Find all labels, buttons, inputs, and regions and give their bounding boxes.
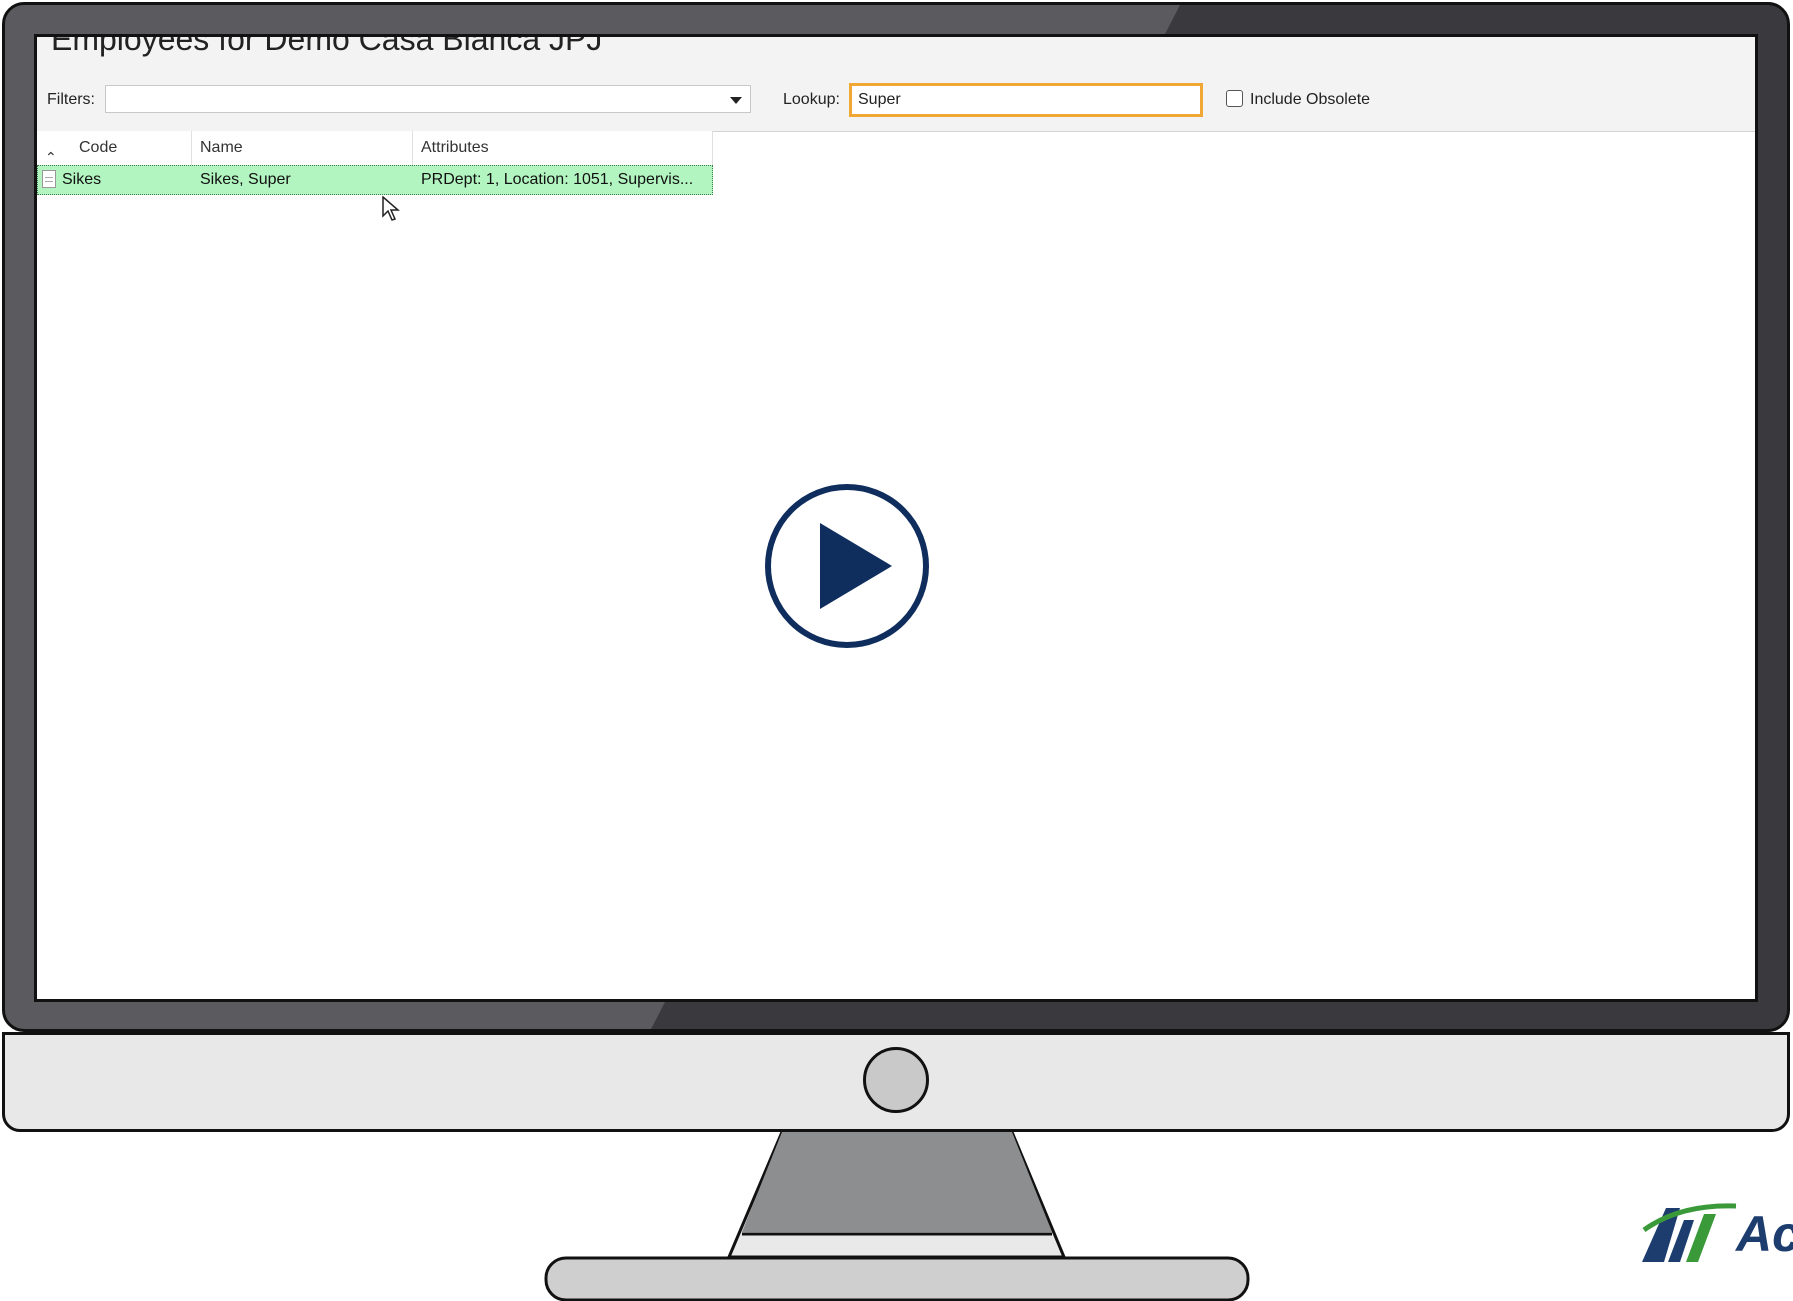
lookup-label: Lookup: bbox=[783, 91, 840, 108]
table-row[interactable]: Sikes Sikes, Super PRDept: 1, Location: … bbox=[37, 165, 713, 195]
window-title: Employees for Demo Casa Blanca JPJ bbox=[51, 34, 603, 57]
document-icon bbox=[42, 170, 56, 188]
toolbar: Employees for Demo Casa Blanca JPJ Filte… bbox=[37, 37, 1755, 132]
mouse-cursor-icon bbox=[382, 196, 400, 221]
brand-logo-text: Ac bbox=[1736, 1206, 1793, 1262]
column-header-name[interactable]: Name bbox=[192, 131, 413, 165]
cell-code: Sikes bbox=[62, 171, 102, 188]
column-header-label: Name bbox=[200, 139, 243, 156]
grid-header: ⌃ Code Name Attributes bbox=[37, 131, 713, 166]
include-obsolete-checkbox[interactable] bbox=[1226, 90, 1243, 107]
column-header-attributes[interactable]: Attributes bbox=[413, 131, 713, 165]
video-thumbnail: Employees for Demo Casa Blanca JPJ Filte… bbox=[0, 0, 1793, 1301]
filters-dropdown[interactable] bbox=[105, 85, 751, 113]
include-obsolete-label[interactable]: Include Obsolete bbox=[1250, 91, 1370, 109]
cell-name: Sikes, Super bbox=[200, 171, 291, 188]
column-header-label: Attributes bbox=[421, 139, 489, 156]
play-icon[interactable] bbox=[764, 483, 930, 649]
brand-logo-icon bbox=[1642, 1203, 1737, 1262]
column-header-code[interactable]: ⌃ Code bbox=[37, 131, 192, 166]
lookup-input[interactable] bbox=[849, 83, 1203, 117]
column-header-label: Code bbox=[79, 139, 118, 156]
cell-attributes: PRDept: 1, Location: 1051, Supervis... bbox=[421, 171, 694, 188]
chevron-down-icon[interactable] bbox=[730, 97, 742, 104]
filters-label: Filters: bbox=[47, 91, 95, 108]
